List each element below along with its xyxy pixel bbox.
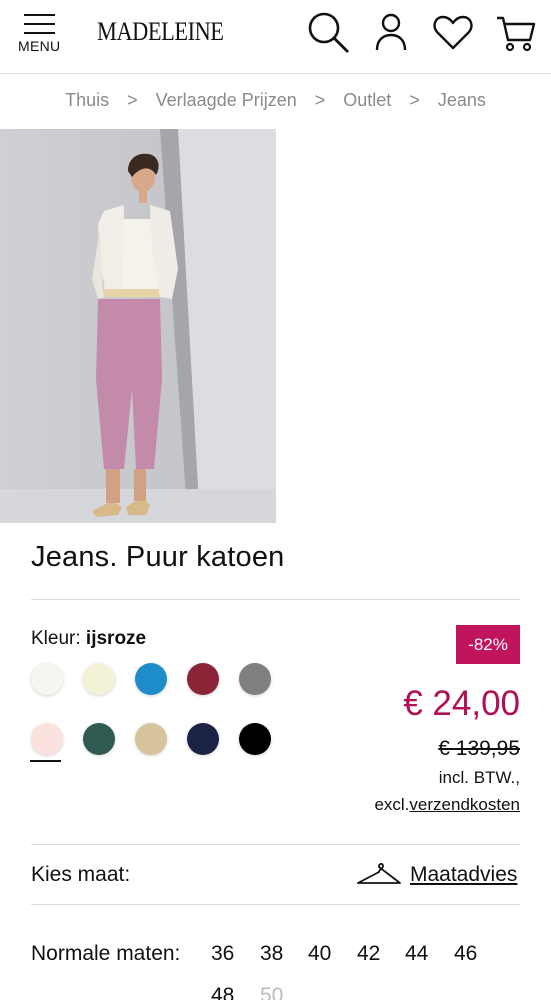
- size-option-36[interactable]: 36: [211, 942, 234, 966]
- color-swatch-white[interactable]: [31, 663, 63, 695]
- selected-swatch-indicator: [30, 760, 61, 762]
- heart-icon[interactable]: [431, 10, 475, 54]
- breadcrumb-reduced-prices[interactable]: Verlaagde Prijzen: [156, 90, 297, 110]
- color-swatch-dark-green[interactable]: [83, 723, 115, 755]
- original-price: € 139,95: [438, 737, 520, 760]
- selected-color-name: ijsroze: [85, 628, 147, 649]
- breadcrumb-separator: >: [409, 90, 420, 110]
- product-image[interactable]: [0, 129, 276, 523]
- color-swatch-beige[interactable]: [135, 723, 167, 755]
- current-price: € 24,00: [403, 684, 520, 723]
- divider: [31, 904, 520, 905]
- breadcrumb-separator: >: [127, 90, 138, 110]
- breadcrumb-outlet[interactable]: Outlet: [343, 90, 391, 110]
- breadcrumb-jeans[interactable]: Jeans: [438, 90, 486, 110]
- color-swatch-blue[interactable]: [135, 663, 167, 695]
- menu-button[interactable]: MENU: [16, 12, 64, 56]
- size-option-50[interactable]: 50: [260, 984, 283, 1000]
- size-option-46[interactable]: 46: [454, 942, 477, 966]
- color-swatch-ice-pink[interactable]: [31, 723, 63, 755]
- color-swatch-black[interactable]: [239, 723, 271, 755]
- site-header: MENU MADELEINE: [0, 0, 551, 74]
- color-swatch-burgundy[interactable]: [187, 663, 219, 695]
- choose-size-label: Kies maat:: [31, 863, 131, 886]
- size-option-44[interactable]: 44: [405, 942, 428, 966]
- normal-sizes-label: Normale maten:: [31, 942, 181, 965]
- divider: [31, 599, 520, 600]
- color-swatch-cream[interactable]: [83, 663, 115, 695]
- search-icon[interactable]: [306, 10, 350, 54]
- divider: [31, 844, 520, 845]
- discount-badge: -82%: [456, 625, 520, 664]
- cart-icon[interactable]: [494, 10, 538, 54]
- product-title: Jeans. Puur katoen: [31, 541, 285, 573]
- size-option-40[interactable]: 40: [308, 942, 331, 966]
- vat-note: incl. BTW.,: [438, 768, 520, 787]
- shipping-costs-link[interactable]: verzendkosten: [409, 795, 520, 814]
- color-swatch-grey[interactable]: [239, 663, 271, 695]
- size-option-48[interactable]: 48: [211, 984, 234, 1000]
- menu-label: MENU: [18, 38, 61, 54]
- color-swatch-navy[interactable]: [187, 723, 219, 755]
- size-advice-label: Maatadvies: [410, 863, 518, 886]
- brand-logo[interactable]: MADELEINE: [97, 17, 224, 47]
- hanger-icon: [357, 862, 401, 884]
- size-option-38[interactable]: 38: [260, 942, 283, 966]
- breadcrumb-home[interactable]: Thuis: [65, 90, 109, 110]
- breadcrumb: Thuis > Verlaagde Prijzen > Outlet > Jea…: [0, 90, 551, 111]
- menu-icon: [24, 14, 55, 34]
- breadcrumb-separator: >: [314, 90, 326, 110]
- account-icon[interactable]: [369, 10, 413, 54]
- size-option-42[interactable]: 42: [357, 942, 380, 966]
- shipping-note: excl.verzendkosten: [374, 795, 520, 814]
- color-label: Kleur: ijsroze: [31, 628, 147, 649]
